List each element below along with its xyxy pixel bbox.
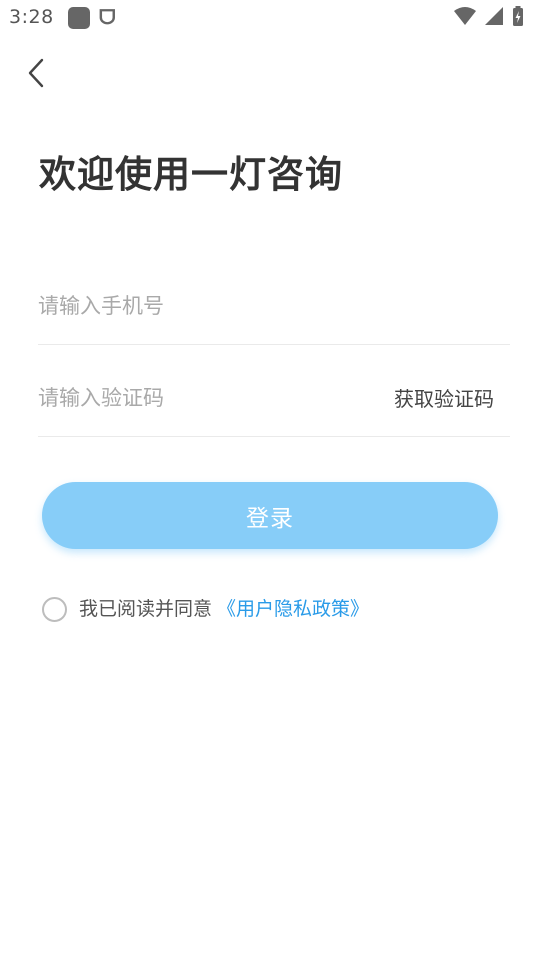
app-square-icon (68, 7, 90, 29)
login-screen: 3:28 ᗜ 欢迎使用一灯咨询 获取验证码 登录 我已阅读并同意 (0, 0, 540, 960)
back-button[interactable] (22, 54, 56, 92)
signal-icon (485, 7, 503, 25)
verification-code-field: 获取验证码 (38, 368, 510, 437)
chevron-left-icon (28, 58, 44, 88)
page-title: 欢迎使用一灯咨询 (39, 153, 343, 196)
phone-field (38, 276, 510, 345)
login-button[interactable]: 登录 (42, 482, 498, 549)
privacy-policy-link[interactable]: 《用户隐私政策》 (217, 597, 369, 622)
bug-icon: ᗜ (99, 5, 116, 29)
battery-charging-icon (513, 6, 523, 26)
verification-code-input[interactable] (38, 378, 368, 418)
get-code-button[interactable]: 获取验证码 (394, 383, 494, 412)
agree-checkbox[interactable] (42, 597, 67, 622)
status-bar: 3:28 ᗜ (0, 0, 540, 36)
status-time: 3:28 (9, 6, 54, 28)
status-icons (454, 6, 523, 26)
wifi-icon (454, 7, 476, 25)
agreement-text: 我已阅读并同意 (79, 598, 213, 620)
phone-input[interactable] (38, 286, 368, 326)
